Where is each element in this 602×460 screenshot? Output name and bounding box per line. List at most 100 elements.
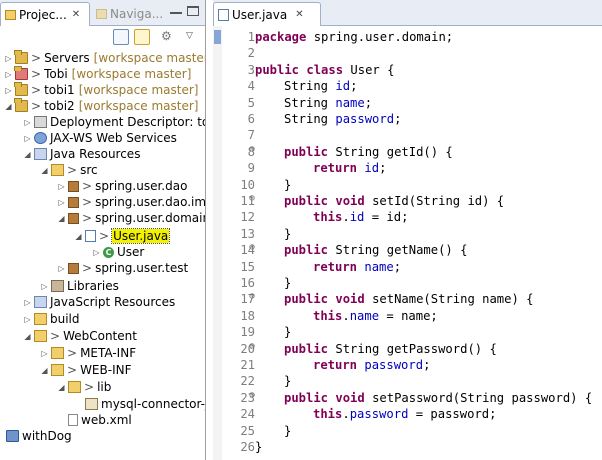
collapse-all-icon[interactable] bbox=[113, 29, 129, 45]
tree-item-package-test[interactable]: ▷ > spring.user.test bbox=[57, 260, 188, 276]
view-options-icon[interactable]: ⚙ bbox=[161, 29, 177, 45]
collapse-icon[interactable]: ◢ bbox=[4, 102, 13, 111]
tree-item-mysql-jar[interactable]: mysql-connector-jav bbox=[83, 396, 205, 412]
tree-item-java-resources[interactable]: ◢ Java Resources bbox=[23, 146, 140, 162]
link-with-editor-icon[interactable] bbox=[134, 29, 150, 45]
collapse-icon[interactable]: ◢ bbox=[40, 166, 49, 175]
collapse-icon[interactable]: ◢ bbox=[57, 214, 66, 223]
folder-icon bbox=[68, 381, 81, 393]
code-line: return password; bbox=[313, 358, 431, 372]
tree-item-web-xml[interactable]: web.xml bbox=[66, 412, 132, 428]
expand-icon[interactable]: ▷ bbox=[40, 282, 49, 291]
tree-item-label: WebContent bbox=[63, 329, 137, 343]
expand-icon[interactable]: ▷ bbox=[23, 118, 32, 127]
tree-item-package-domain[interactable]: ◢ > spring.user.domain bbox=[57, 210, 205, 226]
tree-item-lib[interactable]: ◢ > lib bbox=[57, 379, 111, 395]
code-line: this.id = id; bbox=[313, 210, 409, 225]
tree-item-label: src bbox=[80, 163, 98, 177]
expand-icon[interactable]: ▷ bbox=[4, 70, 13, 79]
code-line: this.name = name; bbox=[313, 308, 438, 323]
tree-item-build[interactable]: ▷ build bbox=[23, 311, 79, 327]
tree-item-src[interactable]: ◢ > src bbox=[40, 162, 98, 178]
package-icon bbox=[68, 212, 79, 224]
editor-tab-user-java[interactable]: User.java ✕ bbox=[213, 2, 321, 26]
expand-icon[interactable]: ▷ bbox=[40, 349, 49, 358]
expand-icon[interactable]: ▷ bbox=[23, 315, 32, 324]
java-file-icon bbox=[85, 230, 96, 242]
editor-pane: User.java ✕ 1 package spring.user.domain;… bbox=[213, 0, 602, 460]
line-number: 24 bbox=[240, 407, 255, 422]
tree-item-repo: [workspace master] bbox=[78, 99, 199, 113]
maximize-icon[interactable] bbox=[187, 6, 199, 16]
tree-item-user-java[interactable]: ◢ > User.java bbox=[74, 228, 171, 244]
tree-item-label: META-INF bbox=[80, 346, 137, 360]
fold-icon[interactable]: ⊖ bbox=[249, 341, 257, 352]
fold-icon[interactable]: ⊖ bbox=[249, 193, 257, 204]
code-line: public String getName() { bbox=[284, 243, 468, 258]
tree-item-label: WEB-INF bbox=[80, 363, 132, 377]
collapse-icon[interactable]: ◢ bbox=[23, 332, 32, 341]
tab-project-explorer[interactable]: Projec... ✕ bbox=[0, 2, 90, 26]
fold-icon[interactable]: ⊖ bbox=[249, 291, 257, 302]
tab-navigator-label: Naviga... bbox=[110, 7, 164, 21]
code-editor[interactable]: 1 package spring.user.domain; 2 3 public cla… bbox=[213, 26, 602, 460]
fold-icon[interactable]: ⊖ bbox=[249, 390, 257, 401]
tree-item-tobi1[interactable]: ▷ > tobi1 [workspace master] bbox=[4, 82, 198, 98]
tree-item-repo: [workspace master] bbox=[71, 67, 192, 81]
fold-icon[interactable]: ⊖ bbox=[249, 144, 257, 155]
tree-item-label: Tobi bbox=[44, 67, 68, 81]
fold-icon[interactable]: ⊖ bbox=[249, 242, 257, 253]
tree-item-withdog[interactable]: withDog bbox=[4, 428, 72, 444]
code-line: String password; bbox=[284, 112, 402, 126]
deployment-descriptor-icon bbox=[34, 116, 47, 128]
line-number: 9 bbox=[247, 161, 255, 176]
tree-item-tobi2[interactable]: ◢ > tobi2 [workspace master] bbox=[4, 98, 198, 114]
collapse-icon[interactable]: ◢ bbox=[23, 150, 32, 159]
tree-item-meta-inf[interactable]: ▷ > META-INF bbox=[40, 345, 136, 361]
view-menu-icon[interactable]: ▽ bbox=[186, 29, 202, 45]
expand-icon[interactable]: ▷ bbox=[4, 54, 13, 63]
tree-item-package-dao[interactable]: ▷ > spring.user.dao bbox=[57, 178, 187, 194]
tree-item-web-inf[interactable]: ◢ > WEB-INF bbox=[40, 362, 132, 378]
current-line-marker bbox=[214, 30, 221, 44]
collapse-icon[interactable]: ◢ bbox=[40, 366, 49, 375]
tree-item-label: lib bbox=[97, 380, 112, 394]
expand-icon[interactable]: ▷ bbox=[57, 182, 66, 191]
line-number: 10 bbox=[240, 177, 255, 192]
tree-item-servers[interactable]: ▷ > Servers [workspace master] bbox=[4, 50, 205, 66]
code-line: } bbox=[284, 177, 292, 192]
line-number: 4 bbox=[247, 79, 255, 94]
package-icon bbox=[68, 196, 79, 208]
tree-item-webcontent[interactable]: ◢ > WebContent bbox=[23, 328, 137, 344]
minimize-icon[interactable] bbox=[170, 6, 182, 14]
collapse-icon[interactable]: ◢ bbox=[74, 232, 83, 241]
close-icon[interactable]: ✕ bbox=[295, 9, 303, 20]
line-number: 6 bbox=[247, 112, 255, 126]
code-line: } bbox=[284, 423, 292, 438]
line-number: 13 bbox=[240, 226, 255, 241]
tree-item-package-dao-impl[interactable]: ▷ > spring.user.dao.impl bbox=[57, 194, 205, 210]
expand-icon[interactable]: ▷ bbox=[57, 264, 66, 273]
expand-icon[interactable]: ▷ bbox=[92, 248, 101, 257]
code-line: } bbox=[284, 374, 292, 389]
line-number: 7 bbox=[247, 128, 255, 143]
code-line: public void setPassword(String password)… bbox=[284, 390, 593, 405]
expand-icon[interactable]: ▷ bbox=[57, 198, 66, 207]
close-icon[interactable]: ✕ bbox=[72, 9, 80, 20]
line-number: 16 bbox=[240, 276, 255, 290]
expand-icon[interactable]: ▷ bbox=[23, 134, 32, 143]
tree-item-user-class[interactable]: ▷ C User bbox=[92, 244, 144, 260]
tree-item-tobi[interactable]: ▷ > Tobi [workspace master] bbox=[4, 66, 191, 82]
line-number: 2 bbox=[247, 46, 255, 61]
tree-item-deployment-descriptor[interactable]: ▷ Deployment Descriptor: tobi2 bbox=[23, 114, 205, 130]
code-line: package spring.user.domain; bbox=[255, 30, 454, 44]
expand-icon[interactable]: ▷ bbox=[4, 86, 13, 95]
expand-icon[interactable]: ▷ bbox=[23, 298, 32, 307]
collapse-icon[interactable]: ◢ bbox=[57, 383, 66, 392]
tree-item-jaxws[interactable]: ▷ JAX-WS Web Services bbox=[23, 130, 176, 146]
tree-item-javascript-resources[interactable]: ▷ JavaScript Resources bbox=[23, 294, 175, 310]
project-error-icon bbox=[14, 66, 28, 80]
tab-project-label: Projec... bbox=[19, 7, 67, 22]
tree-item-libraries[interactable]: ▷ Libraries bbox=[40, 278, 118, 294]
code-line: public class User { bbox=[255, 62, 395, 77]
